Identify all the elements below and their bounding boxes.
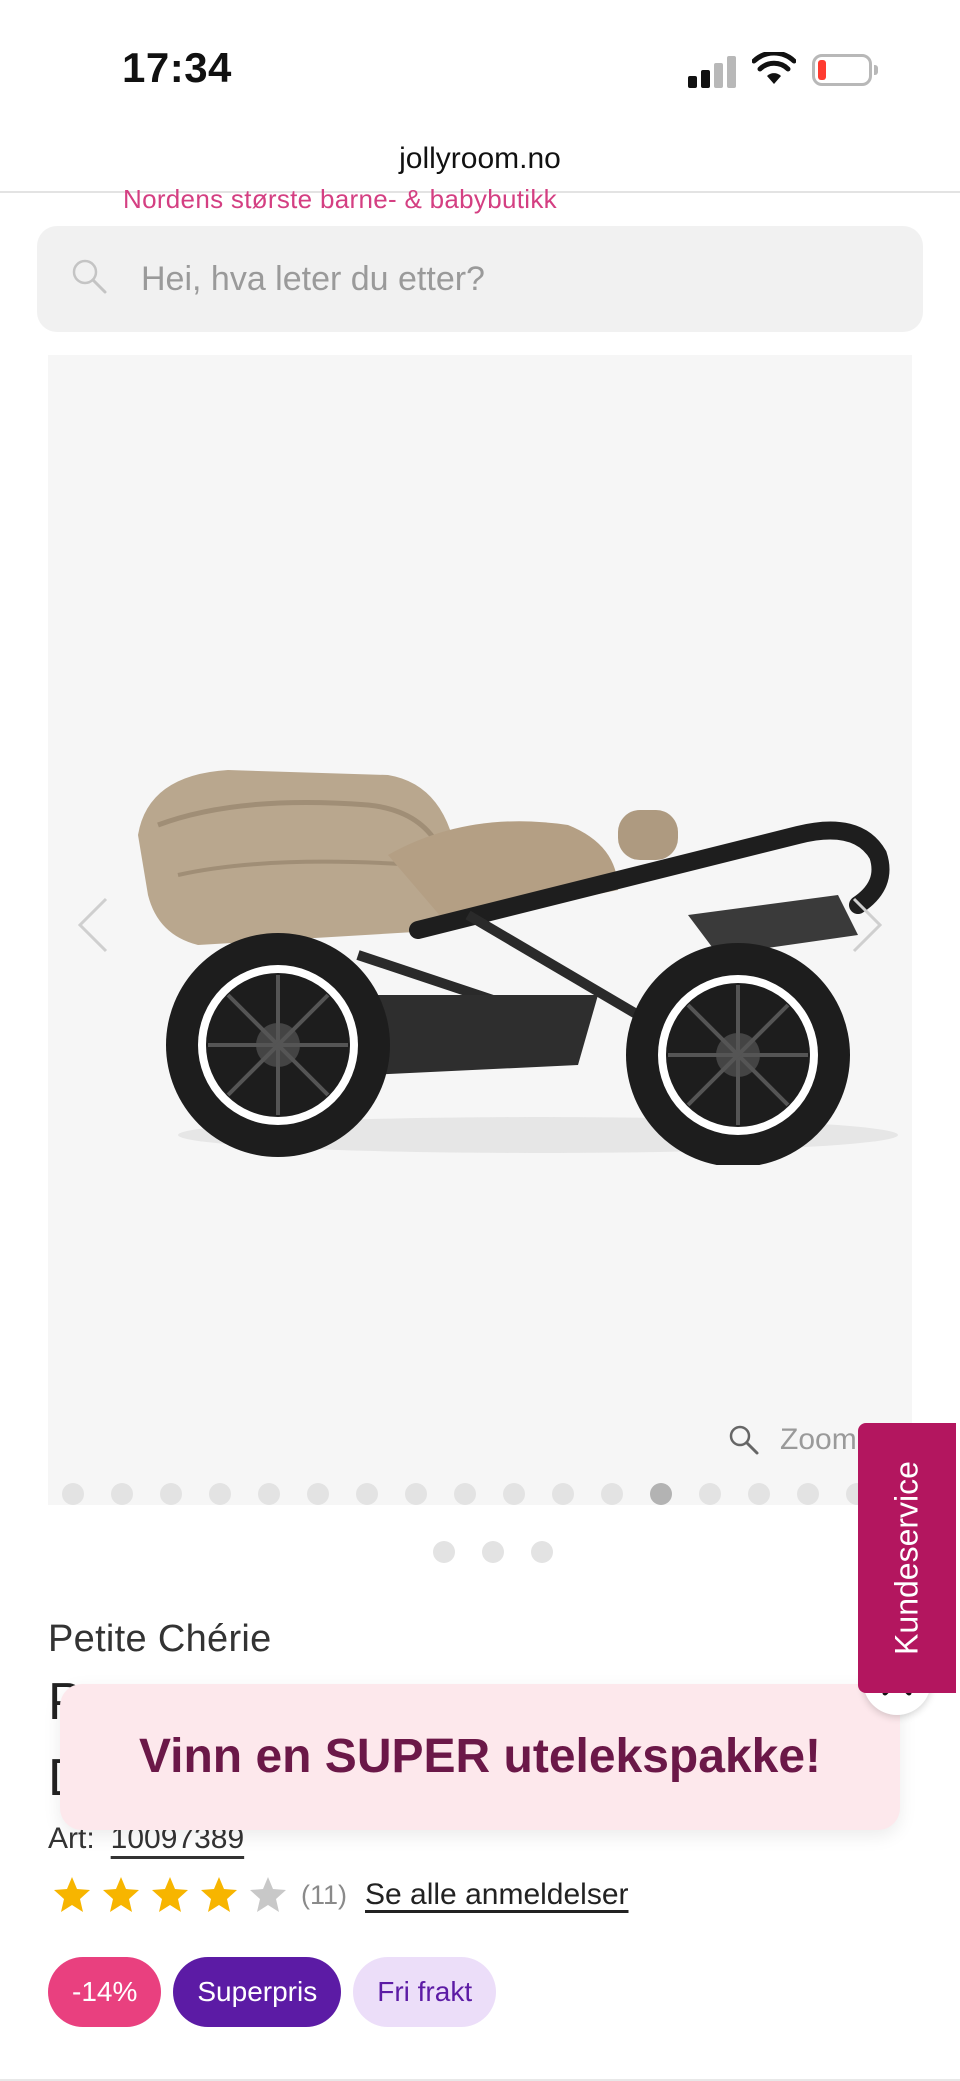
rating-row[interactable]: (11) Se alle anmeldelser (52, 1873, 629, 1917)
free-shipping-badge: Fri frakt (353, 1957, 497, 2027)
star-filled-icon (103, 1877, 139, 1912)
search-icon (72, 259, 107, 294)
gallery-dot[interactable] (748, 1483, 770, 1505)
gallery-dot[interactable] (503, 1483, 525, 1505)
gallery-next-arrow[interactable] (838, 885, 898, 965)
url-text: jollyroom.no (399, 142, 561, 175)
gallery-dot[interactable] (797, 1483, 819, 1505)
status-time: 17:34 (122, 44, 232, 91)
star-empty-icon (250, 1877, 286, 1912)
star-filled-icon (152, 1877, 188, 1912)
secondary-dot[interactable] (433, 1541, 455, 1563)
superpris-badge: Superpris (173, 1957, 342, 2027)
zoom-button[interactable]: Zoom (728, 1415, 857, 1465)
gallery-dot[interactable] (454, 1483, 476, 1505)
wifi-icon (752, 52, 796, 84)
gallery-prev-arrow[interactable] (62, 885, 122, 965)
secondary-dot[interactable] (531, 1541, 553, 1563)
zoom-icon (729, 1425, 759, 1455)
gallery-dot[interactable] (356, 1483, 378, 1505)
product-page: 17:34 jollyroom.no Nordens største barne… (0, 0, 960, 2081)
see-all-reviews-link[interactable]: Se alle anmeldelser (365, 1878, 628, 1912)
customer-service-label: Kundeservice (888, 1461, 925, 1655)
star-filled-icon (54, 1877, 90, 1912)
product-image[interactable] (118, 715, 918, 1165)
rating-stars (52, 1875, 297, 1915)
badges: -14% Superpris Fri frakt (48, 1957, 497, 2027)
gallery-pagination[interactable] (62, 1483, 868, 1505)
review-count: (11) (301, 1879, 348, 1910)
gallery-dot[interactable] (258, 1483, 280, 1505)
star-filled-icon (201, 1877, 237, 1912)
gallery-dot[interactable] (552, 1483, 574, 1505)
search-input[interactable] (141, 226, 901, 332)
promo-text[interactable]: Vinn en SUPER utelekspakke! (60, 1684, 900, 1830)
signal-icon (688, 54, 736, 88)
promo-banner[interactable]: Vinn en SUPER utelekspakke! (60, 1684, 900, 1830)
gallery-dot[interactable] (650, 1483, 672, 1505)
gallery-dot[interactable] (405, 1483, 427, 1505)
gallery-dot[interactable] (307, 1483, 329, 1505)
discount-badge: -14% (48, 1957, 162, 2027)
secondary-dot[interactable] (482, 1541, 504, 1563)
battery-low-icon (812, 54, 878, 86)
gallery-dot[interactable] (111, 1483, 133, 1505)
status-bar: 17:34 (0, 0, 960, 130)
gallery-dot[interactable] (601, 1483, 623, 1505)
gallery-dot[interactable] (62, 1483, 84, 1505)
search-box[interactable] (37, 226, 923, 332)
site-tagline: Nordens største barne- & babybutikk (123, 184, 557, 214)
zoom-label: Zoom (780, 1423, 857, 1456)
customer-service-tab[interactable]: Kundeservice (858, 1423, 956, 1693)
gallery-dot[interactable] (160, 1483, 182, 1505)
gallery-dot[interactable] (209, 1483, 231, 1505)
product-gallery[interactable]: Zoom (48, 355, 912, 1505)
secondary-pagination[interactable] (433, 1541, 553, 1563)
gallery-dot[interactable] (699, 1483, 721, 1505)
product-brand[interactable]: Petite Chérie (48, 1618, 272, 1661)
